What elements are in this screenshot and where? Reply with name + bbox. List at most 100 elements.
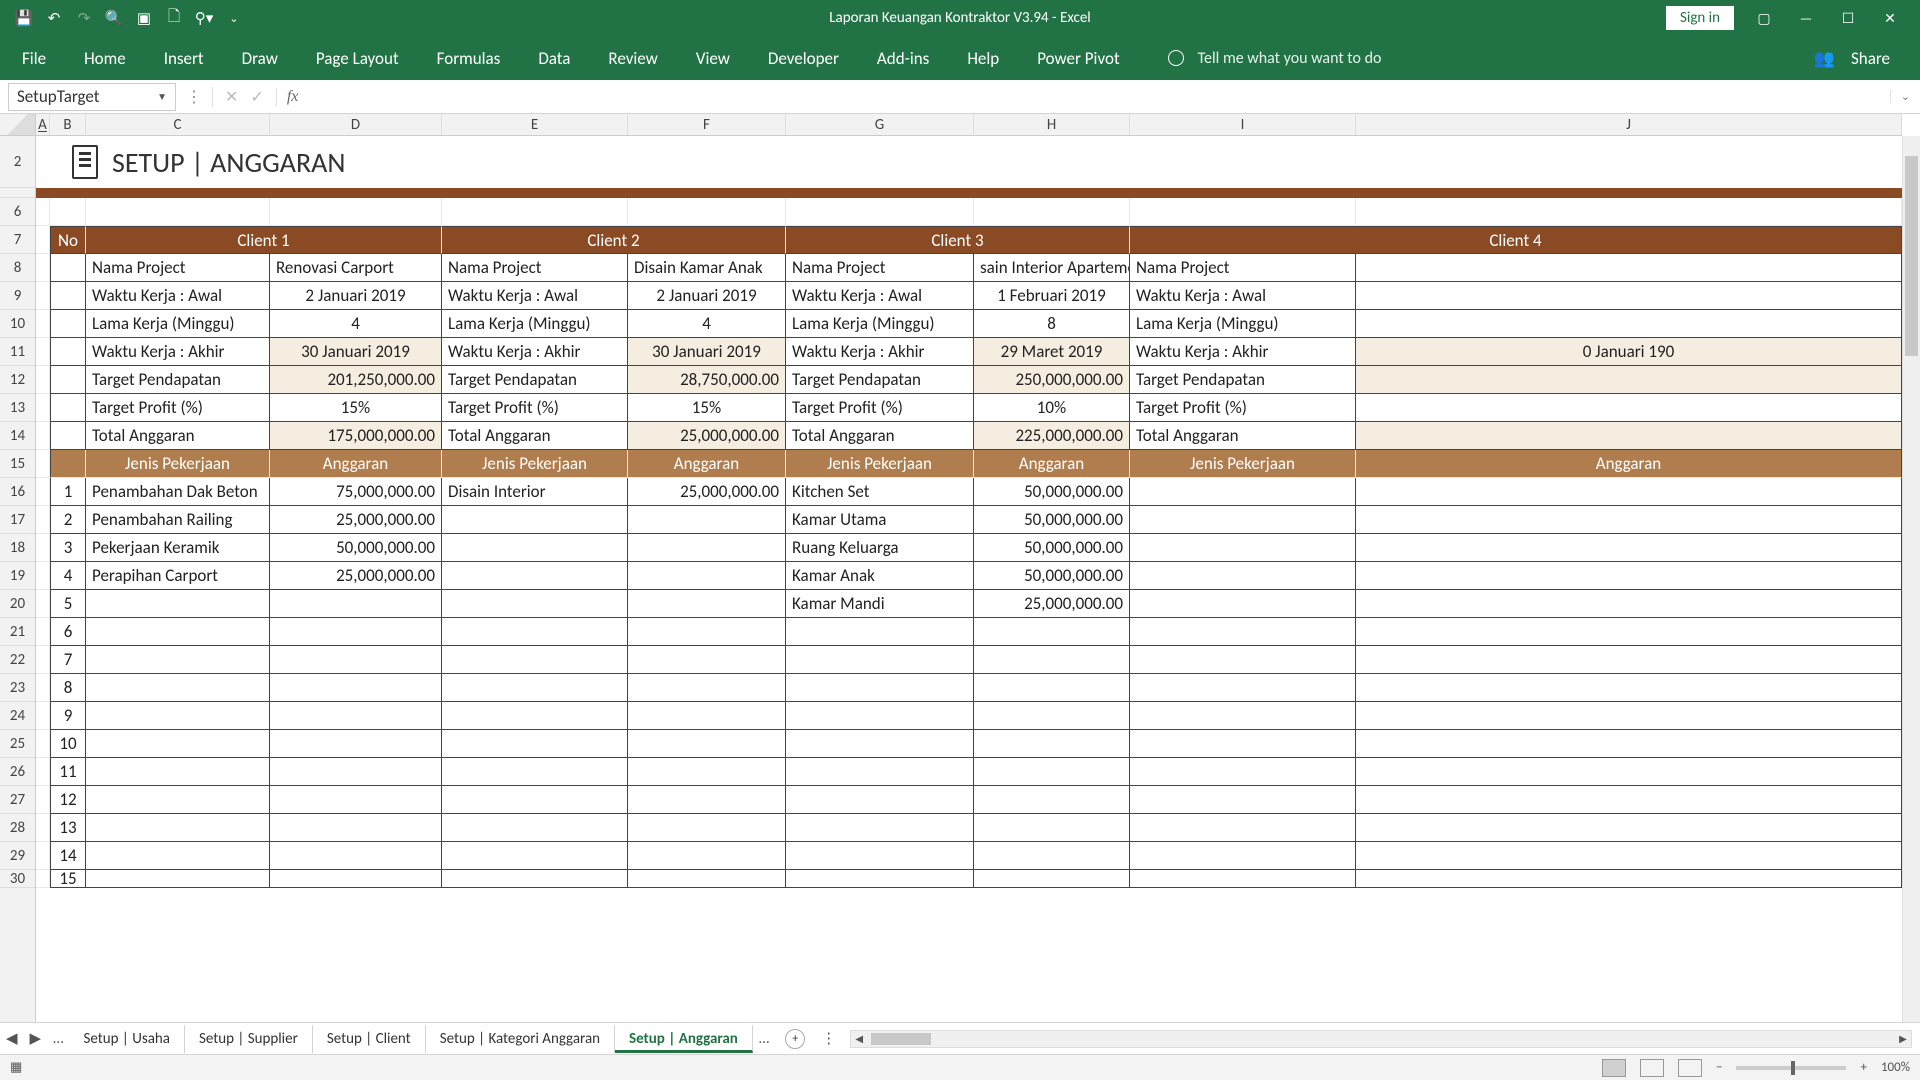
cell[interactable] [442,870,628,888]
cell[interactable] [50,366,86,394]
cell[interactable]: 50,000,000.00 [974,534,1130,562]
cell[interactable]: Total Anggaran [1130,422,1356,450]
cell[interactable]: Waktu Kerja : Awal [442,282,628,310]
cell[interactable] [974,814,1130,842]
row-header[interactable]: 2 [0,136,35,188]
cell[interactable] [86,870,270,888]
cell[interactable] [36,422,50,450]
cell[interactable] [1356,366,1902,394]
cell[interactable] [974,198,1130,226]
cell[interactable] [974,702,1130,730]
cell[interactable]: 25,000,000.00 [270,506,442,534]
cell[interactable] [50,282,86,310]
cell[interactable]: Penambahan Dak Beton [86,478,270,506]
tab-developer[interactable]: Developer [764,42,843,75]
cell[interactable]: Kamar Mandi [786,590,974,618]
cell[interactable]: Target Profit (%) [786,394,974,422]
cell[interactable] [1356,562,1902,590]
cell[interactable]: 10% [974,394,1130,422]
row-header[interactable] [0,188,35,198]
cell[interactable]: Total Anggaran [86,422,270,450]
cell[interactable] [36,730,50,758]
cell[interactable] [36,310,50,338]
cell[interactable] [1356,730,1902,758]
cell[interactable] [1130,646,1356,674]
cell[interactable]: 25,000,000.00 [628,478,786,506]
sheet-tab[interactable]: Setup | Usaha [69,1025,185,1053]
scrollbar-thumb[interactable] [1905,156,1918,356]
row-header[interactable]: 20 [0,590,35,618]
cell[interactable] [442,758,628,786]
cell[interactable] [270,590,442,618]
cell[interactable]: Renovasi Carport [270,254,442,282]
cell[interactable]: Lama Kerja (Minggu) [86,310,270,338]
cell[interactable] [442,842,628,870]
cell[interactable] [628,674,786,702]
row-header[interactable]: 17 [0,506,35,534]
cell[interactable]: 50,000,000.00 [270,534,442,562]
cell[interactable]: 10 [50,730,86,758]
undo-icon[interactable]: ↶ [42,6,66,30]
fx-icon[interactable]: fx [276,88,309,106]
sheet-tab[interactable]: Setup | Client [313,1025,426,1053]
cell[interactable] [1356,590,1902,618]
tab-data[interactable]: Data [534,42,574,75]
cell[interactable] [86,730,270,758]
save-icon[interactable]: 💾 [12,6,36,30]
cell[interactable] [628,618,786,646]
cell[interactable] [786,842,974,870]
cell[interactable]: Waktu Kerja : Awal [786,282,974,310]
cell[interactable]: 250,000,000.00 [974,366,1130,394]
tab-insert[interactable]: Insert [160,42,208,75]
cell[interactable] [1356,198,1902,226]
zoom-handle[interactable] [1791,1061,1795,1075]
cell[interactable]: 12 [50,786,86,814]
scrollbar-thumb[interactable] [871,1033,931,1045]
accept-formula-icon[interactable]: ✓ [250,87,263,107]
cell[interactable]: Waktu Kerja : Akhir [1130,338,1356,366]
cell[interactable] [270,702,442,730]
tab-pagelayout[interactable]: Page Layout [312,42,403,75]
cell[interactable]: 50,000,000.00 [974,478,1130,506]
col-header[interactable]: D [270,114,442,135]
tabbar-resize[interactable]: ⋮ [815,1029,842,1048]
tab-file[interactable]: File [18,42,50,75]
cell[interactable] [628,590,786,618]
worksheet[interactable]: A B C D E F G H I J 2 6 7 8 9 10 11 12 1… [0,114,1920,1022]
cell[interactable] [1130,814,1356,842]
cell[interactable] [1356,618,1902,646]
formula-input[interactable] [308,83,1889,111]
cell[interactable] [50,422,86,450]
tab-nav-more[interactable]: … [47,1030,69,1048]
cell[interactable] [36,506,50,534]
row-header[interactable]: 26 [0,758,35,786]
cell[interactable] [628,758,786,786]
row-header[interactable]: 12 [0,366,35,394]
cell[interactable]: Total Anggaran [442,422,628,450]
cell[interactable]: Target Profit (%) [86,394,270,422]
cell[interactable] [36,618,50,646]
cell[interactable]: 9 [50,702,86,730]
cell[interactable] [36,282,50,310]
col-header[interactable]: J [1356,114,1902,135]
zoom-slider[interactable] [1736,1066,1846,1070]
cell[interactable] [1130,198,1356,226]
cell[interactable] [1130,702,1356,730]
cell[interactable] [628,562,786,590]
tab-review[interactable]: Review [604,42,661,75]
cell[interactable] [36,338,50,366]
cell[interactable] [786,702,974,730]
cell[interactable] [86,674,270,702]
sheet-tab[interactable]: Setup | Anggaran [615,1025,753,1053]
maximize-icon[interactable]: ☐ [1836,10,1860,27]
cell[interactable] [50,394,86,422]
zoom-level[interactable]: 100% [1881,1060,1910,1075]
qat-more-icon[interactable]: ⌄ [222,6,246,30]
cell[interactable]: 25,000,000.00 [628,422,786,450]
cell[interactable] [442,198,628,226]
cell[interactable] [442,814,628,842]
qat-icon[interactable]: 🗋 [162,6,186,30]
cell[interactable] [86,758,270,786]
cell[interactable]: Target Pendapatan [1130,366,1356,394]
name-box[interactable]: SetupTarget ▼ [8,83,176,111]
